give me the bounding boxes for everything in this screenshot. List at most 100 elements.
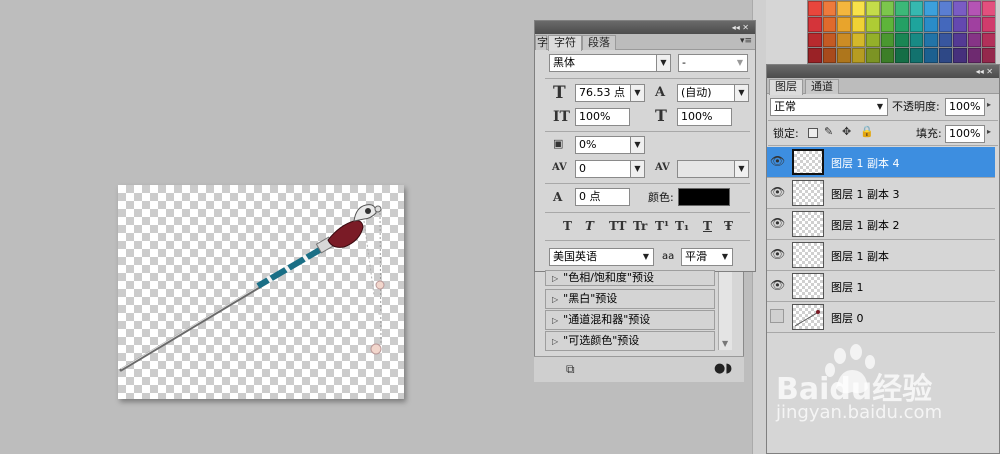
eye-hidden-icon[interactable] [770, 309, 784, 323]
layer-row[interactable]: 👁 图层 1 副本 3 [767, 178, 995, 209]
adjustment-eye-icon[interactable]: ●◗ [714, 361, 732, 376]
color-swatch[interactable] [967, 32, 982, 48]
kerning-input[interactable]: 0 ▼ [575, 160, 645, 178]
tab-character[interactable]: 字符 [548, 35, 582, 51]
color-swatch[interactable] [851, 16, 866, 32]
color-swatch[interactable] [822, 16, 837, 32]
layer-name[interactable]: 图层 1 副本 [831, 248, 889, 264]
layer-row[interactable]: 👁 图层 1 副本 4 [767, 147, 995, 178]
color-swatch[interactable] [924, 16, 938, 32]
font-style-select[interactable]: - ▼ [678, 54, 748, 72]
lock-position-icon[interactable]: ✥ [842, 125, 851, 138]
color-swatch[interactable] [808, 32, 822, 48]
color-swatch[interactable] [982, 32, 996, 48]
color-swatch[interactable] [837, 16, 851, 32]
color-swatch[interactable] [967, 1, 982, 16]
color-swatch[interactable] [866, 48, 880, 63]
font-family-select[interactable]: 黑体 ▼ [549, 54, 671, 72]
layer-name[interactable]: 图层 1 [831, 279, 864, 295]
language-select[interactable]: 美国英语 ▼ [549, 248, 654, 266]
layer-row[interactable]: 👁 图层 1 副本 2 [767, 209, 995, 240]
list-item[interactable]: ▷ "黑白"预设 [545, 289, 715, 309]
color-swatch[interactable] [967, 16, 982, 32]
color-swatch[interactable] [909, 16, 924, 32]
color-swatch[interactable] [967, 48, 982, 63]
color-swatch[interactable] [851, 32, 866, 48]
color-swatch[interactable] [866, 16, 880, 32]
color-swatch[interactable] [822, 1, 837, 16]
leading-input[interactable]: (自动) ▼ [677, 84, 749, 102]
swatches-panel[interactable] [807, 0, 997, 64]
layer-row[interactable]: 图层 0 [767, 302, 995, 333]
antialias-select[interactable]: 平滑 ▼ [681, 248, 733, 266]
color-swatch[interactable] [837, 1, 851, 16]
adjustments-scrollbar[interactable]: ▼ [718, 272, 732, 350]
fill-slider-arrow-icon[interactable]: ▸ [987, 127, 991, 136]
eye-icon[interactable]: 👁 [770, 216, 785, 230]
baseline-shift-input[interactable]: 0 点 [575, 188, 630, 206]
color-swatch[interactable] [880, 1, 895, 16]
list-item[interactable]: ▷ "通道混和器"预设 [545, 310, 715, 330]
character-panel-titlebar[interactable]: ◂◂ ✕ [535, 21, 755, 34]
color-swatch[interactable] [938, 48, 953, 63]
layer-name[interactable]: 图层 1 副本 3 [831, 186, 900, 202]
blend-mode-select[interactable]: 正常 ▼ [770, 98, 888, 116]
color-swatch[interactable] [982, 48, 996, 63]
color-swatch[interactable] [924, 48, 938, 63]
small-caps-button[interactable]: Tr [633, 218, 647, 234]
strikethrough-button[interactable]: Ŧ [724, 218, 733, 234]
tab-channels[interactable]: 通道 [805, 79, 839, 94]
faux-bold-button[interactable]: T [563, 218, 572, 234]
tab-paragraph[interactable]: 段落 [582, 35, 616, 50]
color-swatch[interactable] [895, 16, 909, 32]
eye-icon[interactable]: 👁 [770, 278, 785, 292]
list-item[interactable]: ▷ "色相/饱和度"预设 [545, 270, 715, 286]
panel-menu-icon[interactable]: ▾≡ [740, 36, 752, 46]
tracking-input[interactable]: ▼ [677, 160, 749, 178]
superscript-button[interactable]: T¹ [655, 218, 669, 234]
color-swatch[interactable] [982, 1, 996, 16]
color-swatch[interactable] [909, 1, 924, 16]
color-swatch[interactable] [851, 1, 866, 16]
color-swatch[interactable] [938, 1, 953, 16]
adjustment-clip-icon[interactable]: ⧉ [566, 362, 575, 377]
color-swatch[interactable] [866, 32, 880, 48]
eye-icon[interactable]: 👁 [770, 154, 785, 168]
scroll-down-icon[interactable]: ▼ [722, 339, 728, 348]
layer-name[interactable]: 图层 0 [831, 310, 864, 326]
subscript-button[interactable]: T₁ [675, 218, 689, 234]
color-swatch[interactable] [953, 32, 967, 48]
underline-button[interactable]: T [703, 218, 712, 234]
color-swatch[interactable] [837, 48, 851, 63]
color-swatch[interactable] [953, 48, 967, 63]
color-swatch[interactable] [895, 48, 909, 63]
layer-row[interactable]: 👁 图层 1 副本 [767, 240, 995, 271]
text-color-swatch[interactable] [678, 188, 730, 206]
color-swatch[interactable] [895, 32, 909, 48]
faux-italic-button[interactable]: T [585, 218, 594, 234]
color-swatch[interactable] [851, 48, 866, 63]
color-swatch[interactable] [822, 48, 837, 63]
color-swatch[interactable] [880, 48, 895, 63]
opacity-input[interactable]: 100% [945, 98, 985, 116]
color-swatch[interactable] [808, 16, 822, 32]
vertical-scale-input[interactable]: 100% [575, 108, 630, 126]
tsume-input[interactable]: 0% ▼ [575, 136, 645, 154]
horizontal-scale-input[interactable]: 100% [677, 108, 732, 126]
layer-name[interactable]: 图层 1 副本 2 [831, 217, 900, 233]
lock-all-icon[interactable]: 🔒 [860, 125, 874, 138]
color-swatch[interactable] [822, 32, 837, 48]
layer-row[interactable]: 👁 图层 1 [767, 271, 995, 302]
layers-panel-titlebar[interactable]: ◂◂ ✕ [767, 65, 999, 78]
color-swatch[interactable] [880, 32, 895, 48]
tab-hidden-partial[interactable]: 字 [535, 35, 548, 50]
color-swatch[interactable] [909, 48, 924, 63]
color-swatch[interactable] [909, 32, 924, 48]
eye-icon[interactable]: 👁 [770, 247, 785, 261]
color-swatch[interactable] [953, 16, 967, 32]
color-swatch[interactable] [866, 1, 880, 16]
all-caps-button[interactable]: TT [609, 218, 626, 234]
color-swatch[interactable] [924, 1, 938, 16]
color-swatch[interactable] [895, 1, 909, 16]
font-size-input[interactable]: 76.53 点 ▼ [575, 84, 645, 102]
